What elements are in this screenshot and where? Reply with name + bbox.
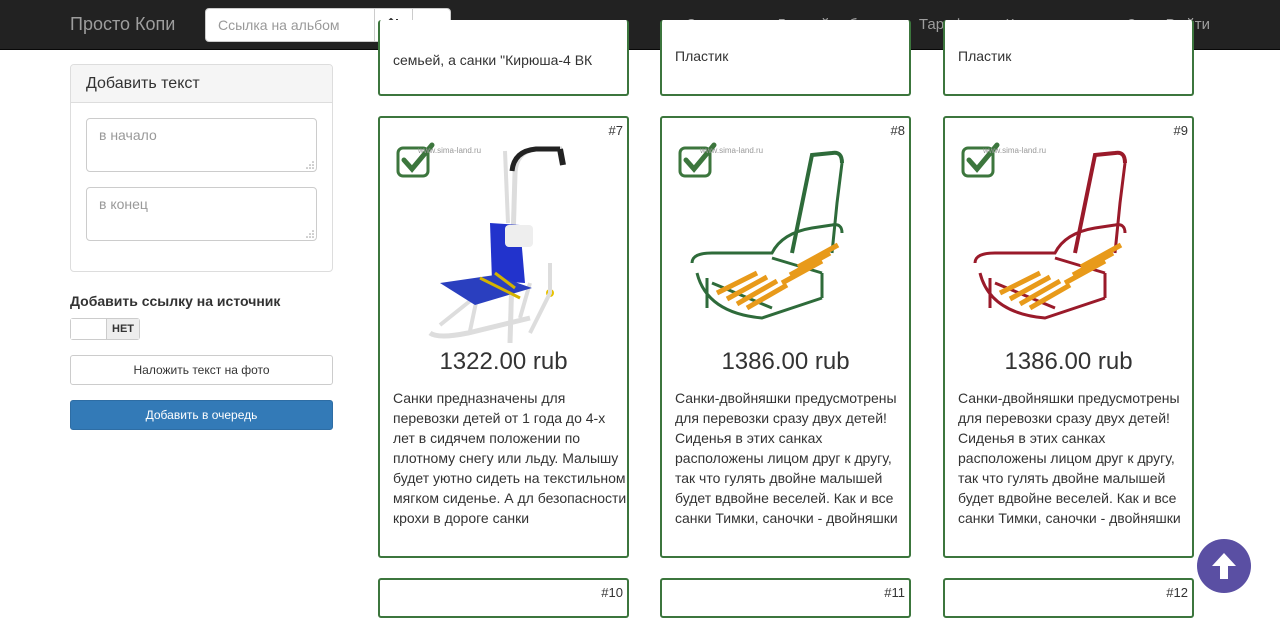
- product-price: 1386.00 rub: [1004, 348, 1133, 375]
- card-number: #7: [608, 123, 623, 138]
- product-description: Санки предназначены для перевозки детей …: [393, 390, 627, 526]
- product-card-partial[interactable]: #10: [378, 578, 629, 618]
- card-number: #8: [890, 123, 905, 138]
- product-card[interactable]: #7 www.sima-land.ru 1322.00 rub Санки пр…: [378, 116, 629, 558]
- text-start-input[interactable]: в начало: [86, 118, 317, 172]
- card-number: #11: [884, 585, 905, 600]
- product-description: семьей, а санки "Кирюша-4 ВК: [393, 52, 593, 68]
- resize-grip-icon[interactable]: [306, 161, 314, 169]
- arrow-up-icon: [1212, 553, 1236, 579]
- product-description: Санки-двойняшки предусмотрены для перево…: [958, 390, 1181, 526]
- product-card-partial[interactable]: Пластик: [660, 20, 911, 96]
- product-card[interactable]: #8 www.sima-land.ru 1386.00 rub Санки-дв…: [660, 116, 911, 558]
- product-price: 1386.00 rub: [721, 348, 850, 375]
- add-to-queue-button[interactable]: Добавить в очередь: [70, 400, 333, 430]
- album-link-input[interactable]: [205, 8, 375, 42]
- card-number: #10: [601, 585, 623, 600]
- toggle-knob: [71, 319, 107, 339]
- card-number: #12: [1166, 585, 1188, 600]
- product-card-partial[interactable]: семьей, а санки "Кирюша-4 ВК: [378, 20, 629, 96]
- source-link-label: Добавить ссылку на источник: [70, 293, 281, 309]
- overlay-text-button[interactable]: Наложить текст на фото: [70, 355, 333, 385]
- product-price: 1322.00 rub: [439, 348, 568, 375]
- product-card-partial[interactable]: #12: [943, 578, 1194, 618]
- product-description: Пластик: [958, 48, 1012, 64]
- card-number: #9: [1173, 123, 1188, 138]
- resize-grip-icon[interactable]: [306, 230, 314, 238]
- product-description: Санки-двойняшки предусмотрены для перево…: [675, 390, 898, 526]
- text-start-placeholder: в начало: [99, 127, 157, 143]
- toggle-value: НЕТ: [107, 319, 139, 339]
- product-card[interactable]: #9 www.sima-land.ru 1386.00 rub Санки-дв…: [943, 116, 1194, 558]
- product-image: [690, 150, 844, 320]
- brand-link[interactable]: Просто Копи: [70, 14, 175, 35]
- panel-title: Добавить текст: [71, 65, 332, 103]
- product-card-partial[interactable]: #11: [660, 578, 911, 618]
- product-image: [428, 146, 566, 343]
- scroll-to-top-button[interactable]: [1197, 539, 1251, 593]
- product-card-partial[interactable]: Пластик: [943, 20, 1194, 96]
- add-text-panel: Добавить текст в начало в конец: [70, 64, 333, 272]
- text-end-placeholder: в конец: [99, 196, 148, 212]
- text-end-input[interactable]: в конец: [86, 187, 317, 241]
- product-description: Пластик: [675, 48, 729, 64]
- product-image: [973, 150, 1127, 320]
- source-link-toggle[interactable]: НЕТ: [70, 318, 140, 340]
